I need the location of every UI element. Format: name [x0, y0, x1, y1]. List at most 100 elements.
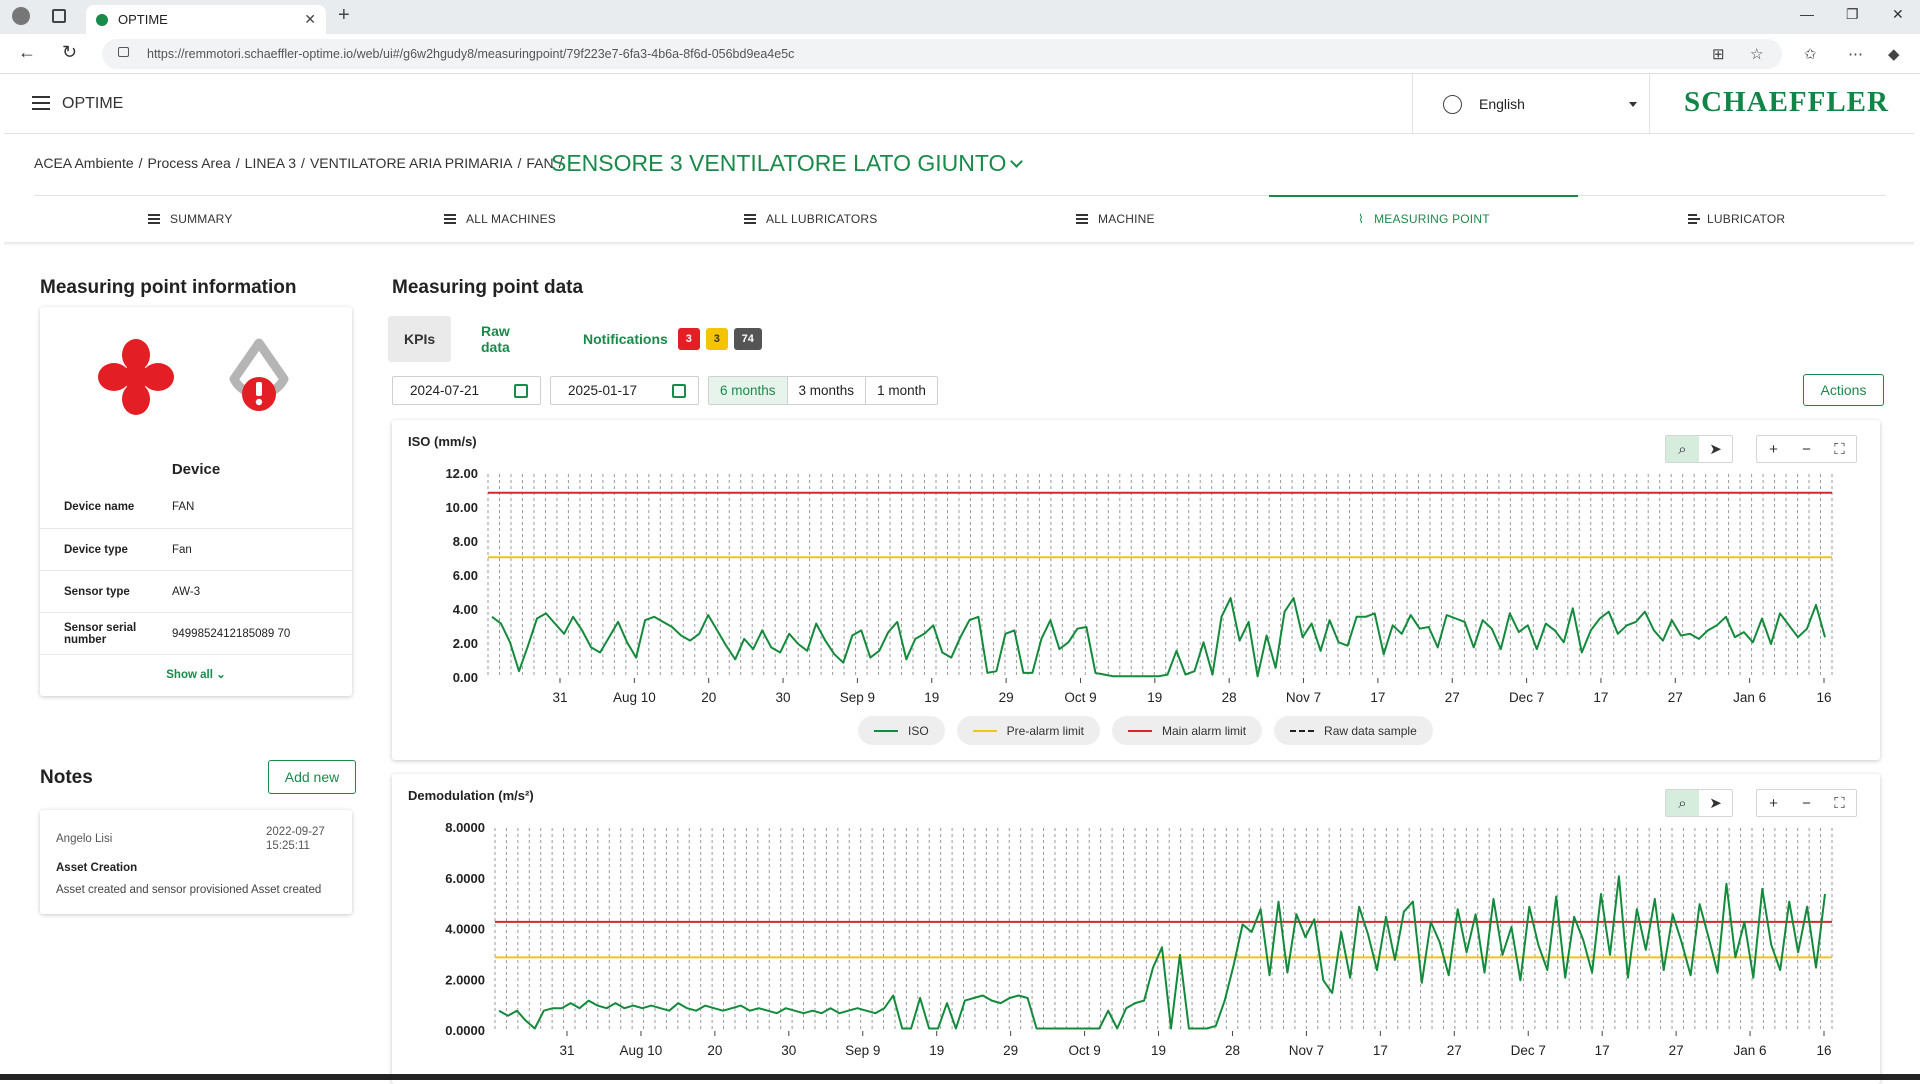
legend-pre-alarm[interactable]: Pre-alarm limit — [956, 716, 1101, 745]
legend-iso[interactable]: ISO — [858, 716, 945, 745]
device-heading: Device — [171, 461, 221, 478]
restore-icon[interactable]: ❐ — [1846, 6, 1859, 23]
warning-badge: 3 — [705, 328, 728, 350]
legend-swatch — [972, 729, 997, 732]
x-tick-label: Oct 9 — [1068, 1043, 1100, 1058]
divider — [4, 242, 1914, 246]
range-6-months[interactable]: 6 months — [709, 377, 788, 404]
fan-icon — [98, 339, 174, 415]
tab-all-lubricators[interactable]: ALL LUBRICATORS — [744, 196, 877, 242]
favorites-icon[interactable]: ✩ — [1804, 45, 1817, 63]
x-tick-label: 27 — [1447, 1043, 1462, 1058]
new-tab-icon[interactable]: + — [338, 4, 350, 27]
globe-icon — [1443, 95, 1462, 114]
note-text: Asset created and sensor provisioned Ass… — [56, 884, 322, 896]
app-title: OPTIME — [62, 95, 124, 112]
app-header: OPTIME English SCHAEFFLER — [4, 74, 1914, 134]
tab-label: ALL MACHINES — [466, 212, 556, 226]
x-tick-label: 28 — [1225, 1043, 1240, 1058]
date-from-field[interactable]: 2024-07-21 — [392, 376, 541, 405]
x-tick-label: 17 — [1370, 690, 1385, 705]
chevron-down-icon — [1629, 102, 1637, 111]
y-tick-label: 6.0000 — [445, 871, 485, 886]
x-tick-label: 29 — [999, 690, 1014, 705]
date-to-field[interactable]: 2025-01-17 — [550, 376, 699, 405]
x-tick-label: 19 — [1147, 690, 1162, 705]
y-tick-label: 0.0000 — [445, 1023, 485, 1038]
minimize-icon[interactable]: — — [1800, 6, 1814, 22]
add-note-button[interactable]: Add new — [268, 760, 356, 794]
demodulation-chart-svg: 8.0000 6.0000 4.0000 2.0000 0.0000 31 Aug 10 20… — [445, 820, 1833, 1058]
legend-main-alarm[interactable]: Main alarm limit — [1112, 716, 1263, 745]
x-tick-label: 28 — [1222, 690, 1237, 705]
x-tick-label: 17 — [1373, 1043, 1388, 1058]
info-label: Sensor serial number — [64, 621, 137, 646]
info-label: Sensor type — [64, 585, 130, 598]
tab-all-machines[interactable]: ALL MACHINES — [444, 196, 556, 242]
range-3-months[interactable]: 3 months — [788, 377, 867, 404]
calendar-icon[interactable] — [672, 384, 686, 398]
browser-tab[interactable]: OPTIME ✕ — [86, 5, 326, 34]
title-chevron-down-icon[interactable] — [1010, 155, 1023, 168]
tab-label: MACHINE — [1098, 212, 1155, 226]
info-divider — [40, 654, 352, 655]
lubricator-icon — [1688, 214, 1700, 224]
calendar-icon[interactable] — [514, 384, 528, 398]
legend-raw-sample[interactable]: Raw data sample — [1274, 716, 1433, 745]
x-tick-label: Jan 6 — [1733, 690, 1766, 705]
x-tick-label: 29 — [1003, 1043, 1018, 1058]
tab-measuring-point[interactable]: ⌇ MEASURING POINT — [1358, 196, 1490, 242]
info-value: Fan — [172, 543, 192, 556]
x-tick-label: Nov 7 — [1289, 1043, 1324, 1058]
notifications-label: Notifications — [583, 331, 668, 347]
breadcrumb: ACEA Ambiente / Process Area / LINEA 3/ VE… — [34, 148, 568, 178]
language-select[interactable]: English — [1412, 74, 1650, 134]
tab-summary[interactable]: SUMMARY — [148, 196, 233, 242]
favorite-star-icon[interactable]: ☆ — [1750, 45, 1763, 63]
range-1-month[interactable]: 1 month — [866, 377, 937, 404]
browser-tab-title: OPTIME — [118, 12, 168, 27]
breadcrumb-item[interactable]: LINEA 3 — [245, 155, 296, 171]
device-card: Device Device name FAN Device type Fan Sen… — [40, 307, 352, 696]
alarm-badge: 3 — [677, 328, 700, 350]
tab-machine[interactable]: MACHINE — [1076, 196, 1155, 242]
back-icon[interactable]: ← — [18, 42, 36, 63]
copilot-icon[interactable]: ◆ — [1888, 45, 1900, 63]
x-tick-label: 17 — [1593, 690, 1608, 705]
app-install-icon[interactable]: ⊞ — [1712, 45, 1725, 63]
iso-chart-card: ISO (mm/s) ⌕ ➤ + − ⛶ 12.00 10.00 8.00 6.00 4.00… — [392, 420, 1880, 760]
tab-lubricator[interactable]: LUBRICATOR — [1688, 196, 1785, 242]
lock-icon[interactable] — [118, 47, 129, 57]
close-tab-icon[interactable]: ✕ — [304, 11, 316, 28]
y-tick-label: 8.0000 — [445, 820, 485, 835]
breadcrumb-item[interactable]: Process Area — [148, 155, 231, 171]
notes-heading: Notes — [40, 767, 93, 788]
y-tick-label: 0.00 — [453, 670, 478, 685]
breadcrumb-item[interactable]: VENTILATORE ARIA PRIMARIA — [310, 155, 513, 171]
note-author: Angelo Lisi — [56, 833, 113, 845]
more-icon[interactable]: ⋯ — [1848, 45, 1863, 63]
menu-icon[interactable] — [32, 96, 50, 110]
tab-kpis[interactable]: KPIs — [388, 316, 452, 362]
x-tick-label: 16 — [1816, 690, 1831, 705]
tab-actions-icon[interactable] — [52, 9, 66, 23]
favicon-icon — [96, 13, 108, 26]
x-tick-label: 20 — [701, 690, 716, 705]
window-close-icon[interactable]: ✕ — [1892, 6, 1904, 23]
breadcrumb-item[interactable]: ACEA Ambiente — [34, 155, 134, 171]
profile-icon[interactable] — [12, 7, 30, 25]
tab-raw-data[interactable]: Raw data — [481, 316, 510, 362]
actions-button[interactable]: Actions — [1803, 374, 1884, 406]
tab-notifications[interactable]: Notifications 3 3 74 — [583, 316, 762, 362]
breadcrumb-item[interactable]: FAN — [526, 155, 553, 171]
y-tick-label: 2.00 — [453, 636, 478, 651]
reload-icon[interactable]: ↻ — [62, 42, 77, 63]
x-tick-label: 27 — [1668, 690, 1683, 705]
tab-label: LUBRICATOR — [1707, 212, 1786, 226]
url-field[interactable]: https://remmotori.schaeffler-optime.io/w… — [102, 39, 1782, 69]
x-tick-label: Aug 10 — [613, 690, 656, 705]
x-tick-label: 31 — [552, 690, 567, 705]
show-all-button[interactable]: Show all ⌄ — [40, 667, 352, 681]
sensor-alarm-icon — [229, 338, 289, 411]
url-host: https://remmotori.schaeffler-optime.io — [147, 47, 354, 61]
